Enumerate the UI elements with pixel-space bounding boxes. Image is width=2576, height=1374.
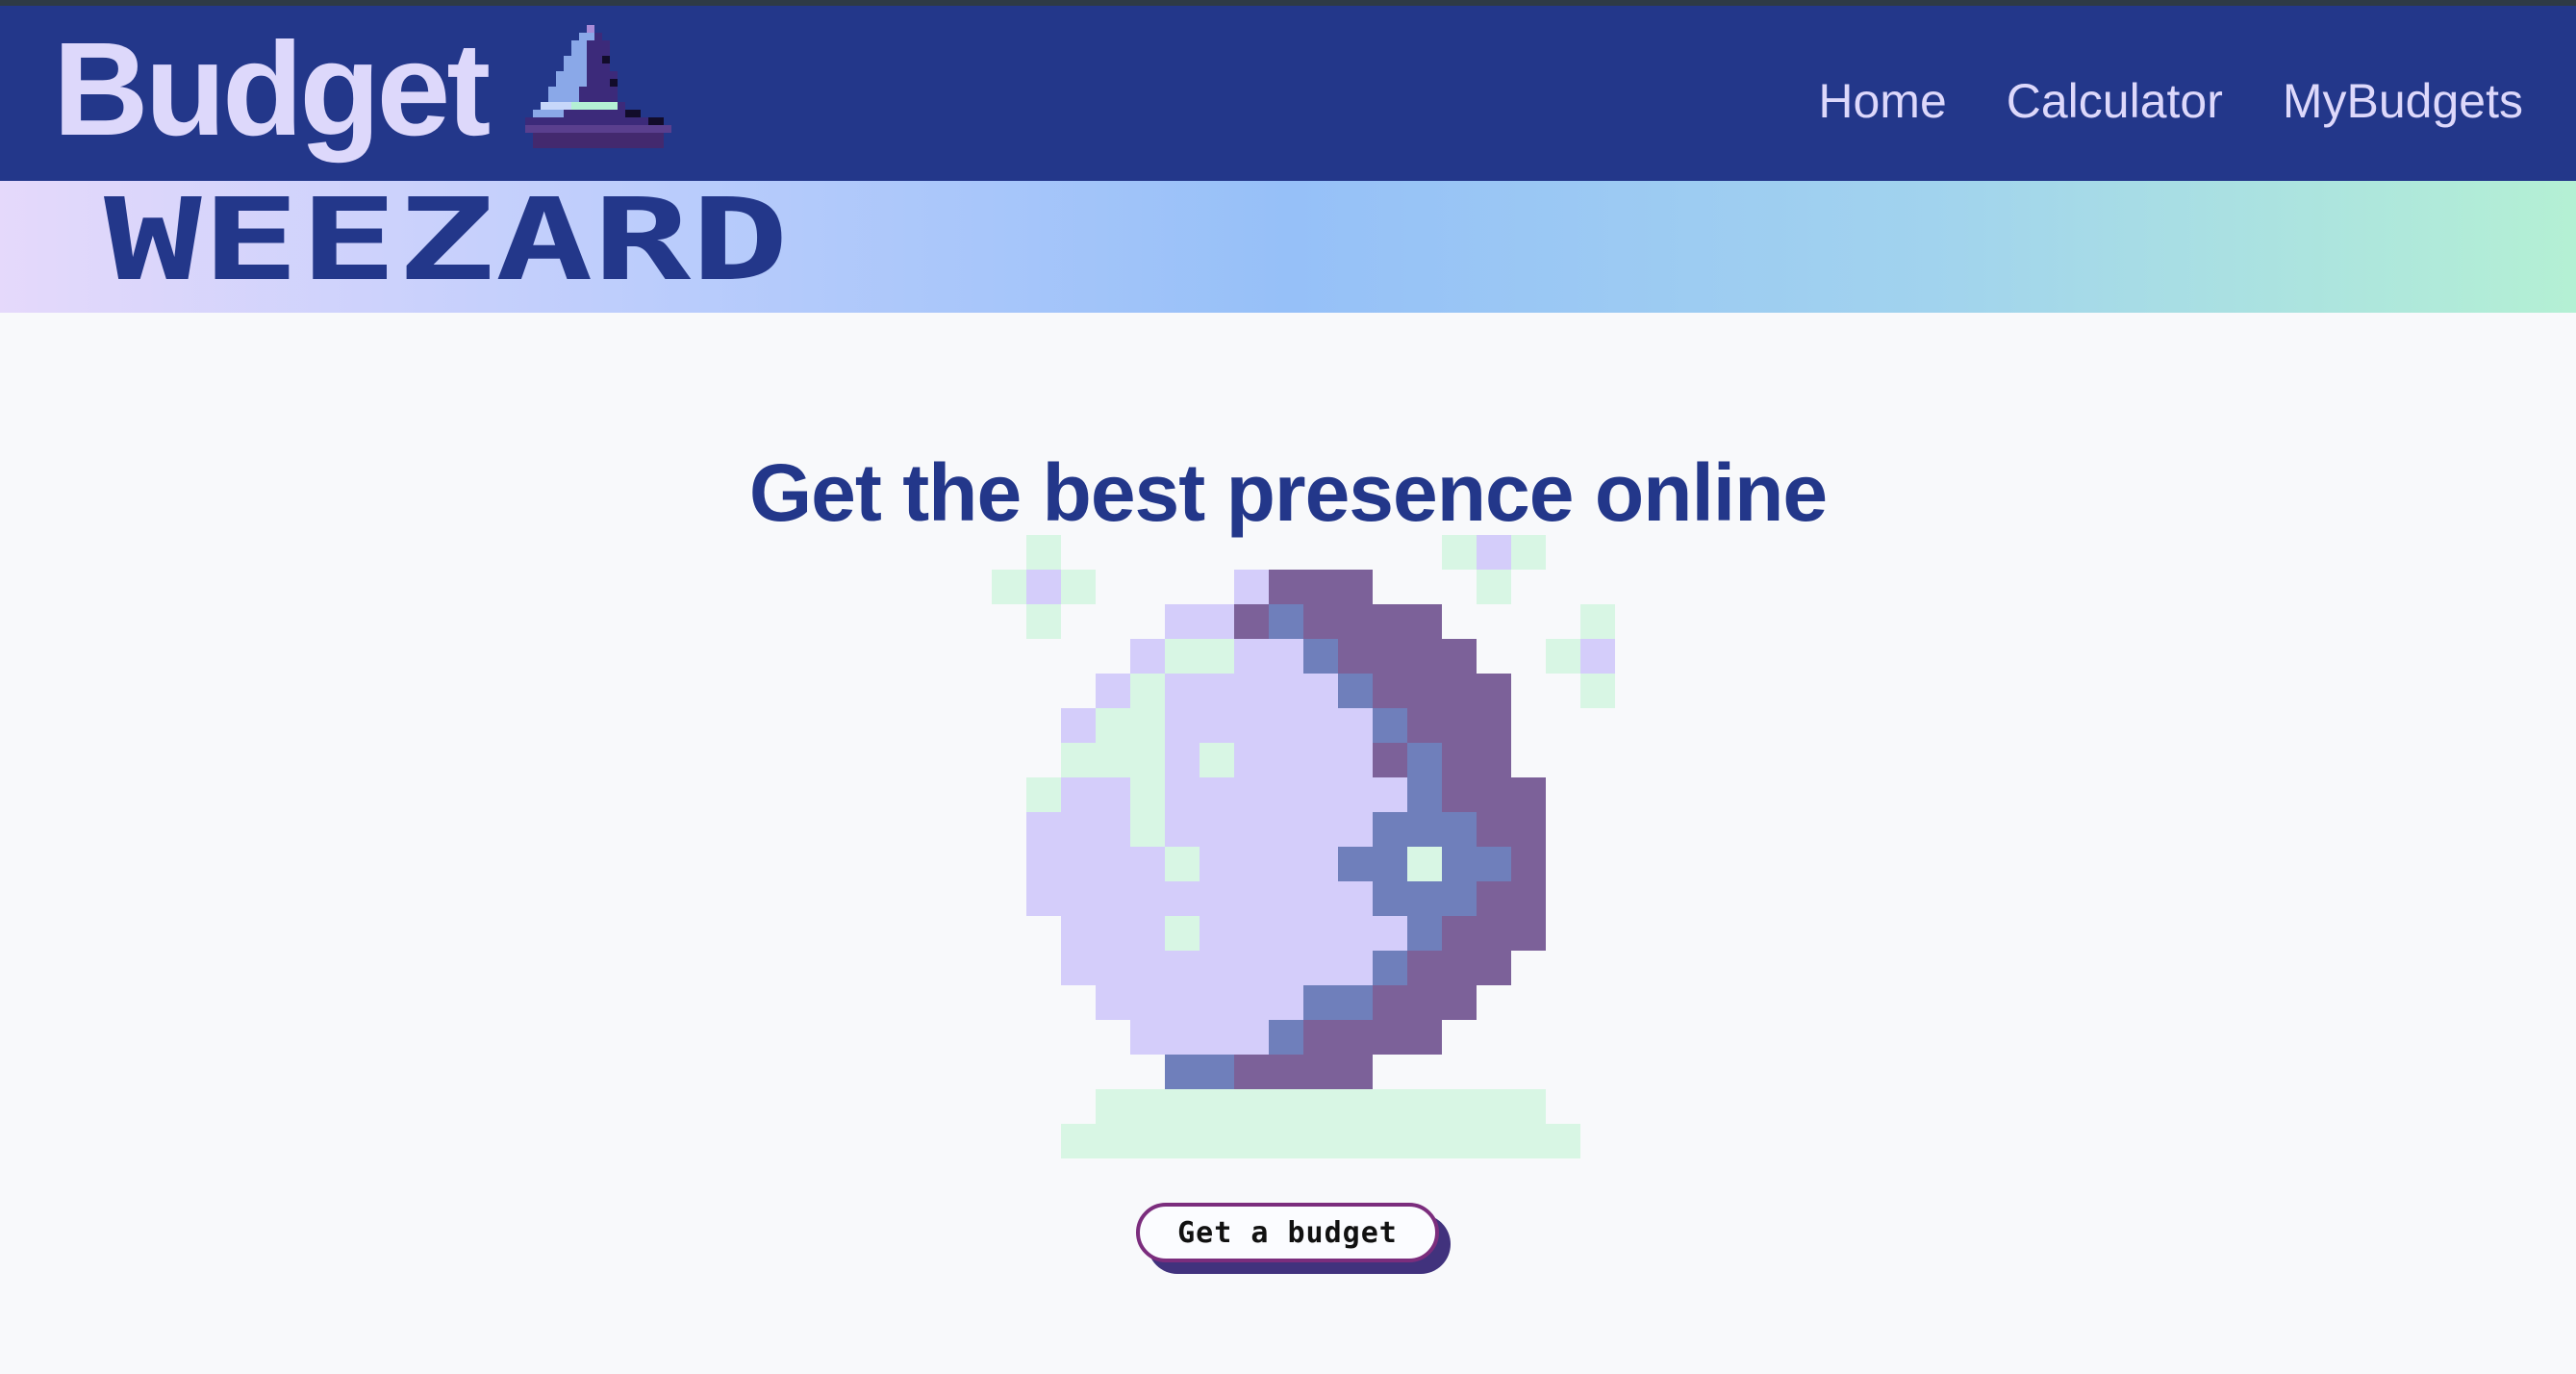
main-nav: Home Calculator MyBudgets bbox=[1818, 73, 2523, 129]
brand-banner: WEEZARD bbox=[0, 181, 2576, 313]
brand-title: Budget bbox=[53, 15, 491, 164]
get-budget-button[interactable]: Get a budget bbox=[1136, 1203, 1439, 1262]
nav-calculator[interactable]: Calculator bbox=[2007, 73, 2223, 129]
svg-text:WEEZARD: WEEZARD bbox=[104, 194, 789, 291]
nav-mybudgets[interactable]: MyBudgets bbox=[2283, 73, 2523, 129]
brand[interactable]: Budget bbox=[53, 15, 672, 164]
nav-home[interactable]: Home bbox=[1818, 73, 1946, 129]
brand-subtitle: WEEZARD bbox=[104, 194, 789, 291]
navbar: Budget Home Calculator MyBudgets bbox=[0, 6, 2576, 181]
crystal-ball-icon bbox=[992, 535, 1615, 1158]
wizard-hat-icon bbox=[525, 25, 672, 148]
page-title: Get the best presence online bbox=[748, 447, 1828, 539]
